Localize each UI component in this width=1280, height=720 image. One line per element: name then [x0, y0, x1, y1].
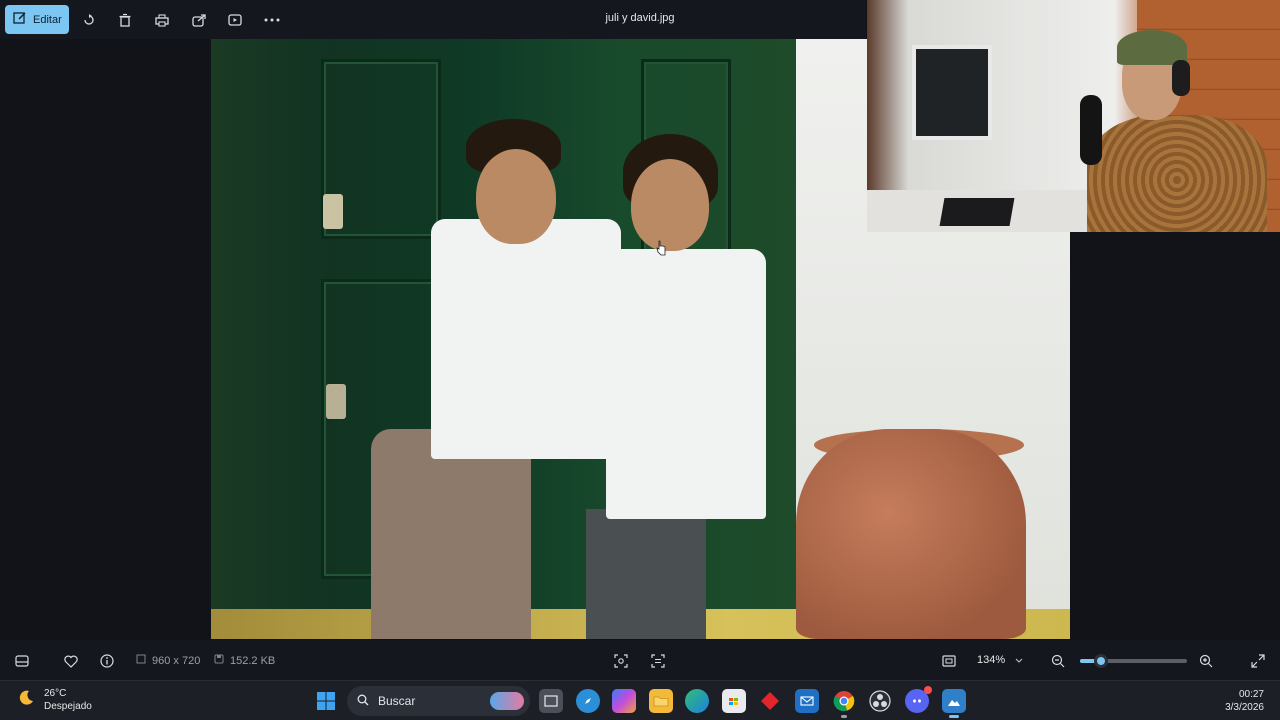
image-dimensions: 960 x 720	[136, 654, 200, 667]
rotate-icon[interactable]	[78, 9, 100, 31]
weather-description: Despejado	[44, 701, 92, 712]
clay-pot	[796, 429, 1026, 639]
zoom-slider-thumb[interactable]	[1094, 654, 1109, 668]
top-toolbar: Editar juli y david.jpg	[0, 0, 866, 39]
file-size-text: 152.2 KB	[230, 654, 276, 667]
favorite-heart-icon[interactable]	[61, 651, 81, 671]
microphone-icon	[1080, 95, 1102, 165]
edit-button[interactable]: Editar	[5, 5, 69, 34]
fullscreen-icon[interactable]	[1248, 651, 1268, 671]
file-explorer-icon[interactable]	[649, 689, 673, 713]
weather-temperature: 26°C	[44, 688, 67, 699]
taskbar-search[interactable]: Buscar	[347, 686, 530, 716]
weather-widget[interactable]: 26°C Despejado	[16, 687, 92, 713]
dimensions-text: 960 x 720	[152, 654, 201, 667]
microsoft-store-icon[interactable]	[722, 689, 746, 713]
edit-label: Editar	[33, 13, 62, 26]
edge-browser-icon[interactable]	[685, 689, 709, 713]
chevron-down-icon	[1015, 654, 1023, 666]
zoom-slider[interactable]	[1080, 654, 1187, 668]
system-clock[interactable]: 00:27 3/3/2026	[1225, 688, 1264, 714]
filmstrip-icon[interactable]	[12, 651, 32, 671]
zoom-level-dropdown[interactable]: 134%	[970, 648, 1040, 672]
edit-icon	[13, 11, 27, 28]
notification-badge	[924, 686, 932, 694]
mail-app-icon[interactable]	[795, 689, 819, 713]
file-size: 152.2 KB	[214, 654, 275, 667]
bottom-info-bar: 960 x 720 152.2 KB 134%	[0, 640, 1280, 680]
copilot-icon[interactable]	[612, 689, 636, 713]
webcam-overlay	[867, 0, 1280, 232]
fit-screen-icon[interactable]	[611, 651, 631, 671]
obs-studio-icon[interactable]	[868, 689, 892, 713]
scan-text-icon[interactable]	[648, 651, 668, 671]
actual-size-icon[interactable]	[939, 651, 959, 671]
dimensions-icon	[136, 654, 146, 667]
discord-icon[interactable]	[905, 686, 932, 713]
headset-icon	[1172, 60, 1190, 96]
slideshow-icon[interactable]	[224, 9, 246, 31]
save-disk-icon	[214, 654, 224, 667]
delete-icon[interactable]	[114, 9, 136, 31]
zoom-in-icon[interactable]	[1196, 651, 1216, 671]
share-icon[interactable]	[188, 9, 210, 31]
webcam-room-window	[912, 45, 992, 140]
safari-like-browser-icon[interactable]	[576, 689, 600, 713]
webcam-keyboard	[939, 198, 1015, 226]
clock-date: 3/3/2026	[1225, 702, 1264, 713]
clock-time: 00:27	[1238, 689, 1264, 700]
active-indicator	[949, 715, 959, 718]
zoom-level-text: 134%	[977, 654, 1006, 666]
chrome-browser-icon[interactable]	[832, 689, 856, 718]
file-title: juli y david.jpg	[605, 12, 675, 24]
streamer-body	[1087, 115, 1267, 232]
print-icon[interactable]	[151, 9, 173, 31]
search-placeholder: Buscar	[378, 694, 416, 708]
more-icon[interactable]	[261, 9, 283, 31]
hand-cursor-icon	[656, 240, 666, 256]
photos-app-window: Editar juli y david.jpg 960 x 720 152.2 …	[0, 0, 1280, 680]
search-highlight-icon	[490, 692, 524, 710]
windows-start-icon[interactable]	[314, 689, 338, 713]
task-view-icon[interactable]	[539, 689, 563, 713]
photos-app-icon[interactable]	[942, 689, 966, 718]
info-icon[interactable]	[97, 651, 117, 671]
windows-taskbar: 26°C Despejado Buscar 00:27 3/3/2026	[0, 680, 1280, 720]
moon-icon	[16, 688, 36, 713]
zoom-out-icon[interactable]	[1048, 651, 1068, 671]
search-icon	[357, 694, 369, 709]
red-diamond-app-icon[interactable]	[758, 689, 782, 713]
